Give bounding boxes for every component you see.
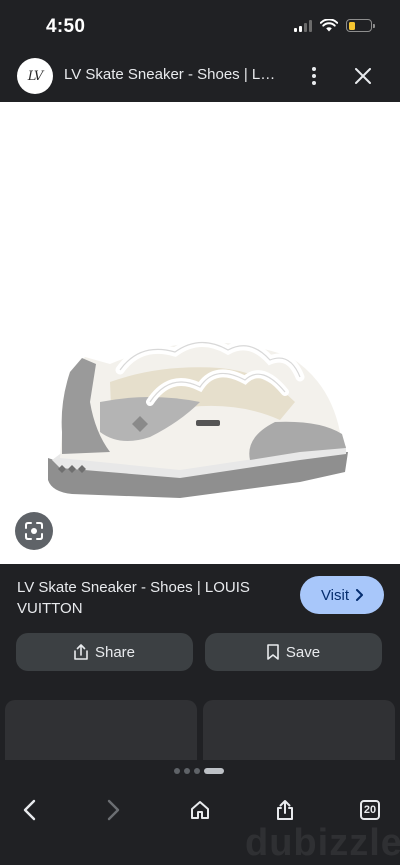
save-button[interactable]: Save <box>205 633 382 671</box>
product-image[interactable] <box>0 102 400 564</box>
tabs-count: 20 <box>360 800 380 820</box>
related-card[interactable] <box>5 700 197 760</box>
sneaker-image <box>48 338 348 498</box>
signal-icon <box>294 19 312 32</box>
site-logo: LV <box>17 58 53 94</box>
status-icons <box>294 19 375 32</box>
lens-search-icon[interactable] <box>15 512 53 550</box>
visit-label: Visit <box>320 586 350 604</box>
visit-button[interactable]: Visit <box>300 576 384 614</box>
forward-icon[interactable] <box>98 794 130 826</box>
chevron-right-icon <box>356 589 364 601</box>
share-label: Share <box>94 643 136 661</box>
page-header: LV LV Skate Sneaker - Shoes | LOUIS VUIT… <box>0 50 400 102</box>
share-icon <box>74 644 88 660</box>
bookmark-icon <box>267 644 279 660</box>
status-time: 4:50 <box>46 16 86 37</box>
page-indicator <box>174 768 224 774</box>
battery-icon <box>346 19 375 32</box>
back-icon[interactable] <box>13 794 45 826</box>
browser-toolbar: 20 dubizzle <box>0 760 400 865</box>
status-bar: 4:50 <box>0 0 400 50</box>
wifi-icon <box>320 19 338 32</box>
result-title[interactable]: LV Skate Sneaker - Shoes | LOUIS VUITTON <box>17 577 287 619</box>
more-vert-icon[interactable] <box>302 62 326 90</box>
watermark: dubizzle <box>245 822 400 864</box>
related-card[interactable] <box>203 700 395 760</box>
close-icon[interactable] <box>350 63 376 89</box>
save-label: Save <box>285 643 321 661</box>
home-icon[interactable] <box>184 794 216 826</box>
header-title: LV Skate Sneaker - Shoes | LOUIS VUITTON <box>64 66 286 83</box>
share-button[interactable]: Share <box>16 633 193 671</box>
